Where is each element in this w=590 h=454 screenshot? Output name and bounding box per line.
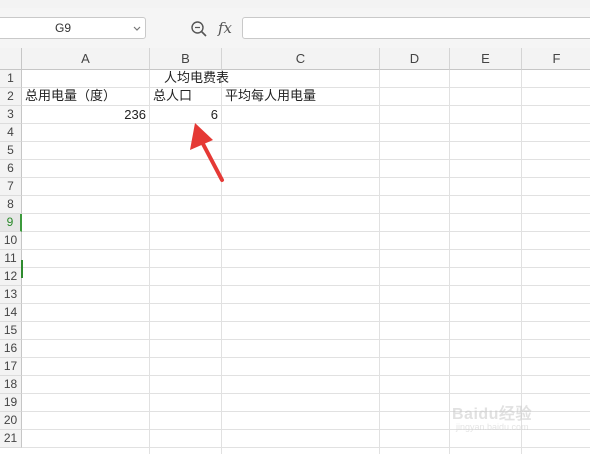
grid-row-line [22,177,590,178]
active-cell-indicator [21,260,23,278]
grid-row-line [22,357,590,358]
column-header-b[interactable]: B [150,48,222,70]
cell-a3[interactable]: 236 [22,106,146,123]
grid-row-line [22,213,590,214]
grid-row-line [22,141,590,142]
row-header[interactable]: 15 [0,322,22,340]
grid-row-line [22,123,590,124]
zoom-icon[interactable] [190,20,208,38]
cell-b3[interactable]: 6 [150,106,218,123]
grid-column-line [449,70,450,454]
fx-icon[interactable]: fx [218,18,238,38]
formula-bar: G9 fx [0,8,590,49]
row-header[interactable]: 19 [0,394,22,412]
column-header-f[interactable]: F [522,48,590,70]
column-header-a[interactable]: A [22,48,150,70]
grid-row-line [22,195,590,196]
row-header[interactable]: 11 [0,250,22,268]
formula-input[interactable] [242,17,590,39]
row-header-active[interactable]: 9 [0,214,22,232]
grid-row-line [22,303,590,304]
row-header[interactable]: 4 [0,124,22,142]
row-header[interactable]: 16 [0,340,22,358]
grid-row-line [22,339,590,340]
grid-row-line [22,231,590,232]
row-header[interactable]: 3 [0,106,22,124]
row-header[interactable]: 12 [0,268,22,286]
grid-row-line [22,285,590,286]
column-header-c[interactable]: C [222,48,380,70]
row-header[interactable]: 8 [0,196,22,214]
grid-column-line [221,70,222,454]
row-header[interactable]: 1 [0,70,22,88]
row-header[interactable]: 6 [0,160,22,178]
grid-row-line [22,249,590,250]
cell-b2[interactable]: 总人口 [153,88,192,105]
select-all-corner[interactable] [0,48,22,70]
grid-row-line [22,393,590,394]
column-header-d[interactable]: D [380,48,450,70]
row-header[interactable]: 18 [0,376,22,394]
row-header[interactable]: 7 [0,178,22,196]
cell-a2[interactable]: 总用电量（度） [25,88,116,105]
grid-column-line [521,70,522,454]
spreadsheet-grid: A B C D E F 1 2 3 4 5 6 7 8 9 10 11 12 1… [0,48,590,454]
cell-c2[interactable]: 平均每人用电量 [225,88,316,105]
grid-row-line [22,447,590,448]
cell-title[interactable]: 人均电费表 [164,70,229,87]
row-header[interactable]: 20 [0,412,22,430]
grid-column-line [149,70,150,454]
row-header[interactable]: 17 [0,358,22,376]
grid-row-line [22,267,590,268]
row-header[interactable]: 21 [0,430,22,448]
grid-row-line [22,159,590,160]
grid-column-line [379,70,380,454]
row-header[interactable]: 10 [0,232,22,250]
name-box[interactable]: G9 [0,17,146,39]
grid-row-line [22,321,590,322]
row-header[interactable]: 2 [0,88,22,106]
baidu-watermark: Baidu经验 jingyan.baidu.com [448,398,588,438]
watermark-sub: jingyan.baidu.com [456,422,529,432]
grid-row-line [22,375,590,376]
watermark-brand: Baidu经验 [452,406,532,423]
row-header[interactable]: 5 [0,142,22,160]
row-header[interactable]: 13 [0,286,22,304]
row-header[interactable]: 14 [0,304,22,322]
column-header-e[interactable]: E [450,48,522,70]
name-box-value: G9 [54,21,71,35]
chevron-down-icon[interactable] [132,22,142,34]
